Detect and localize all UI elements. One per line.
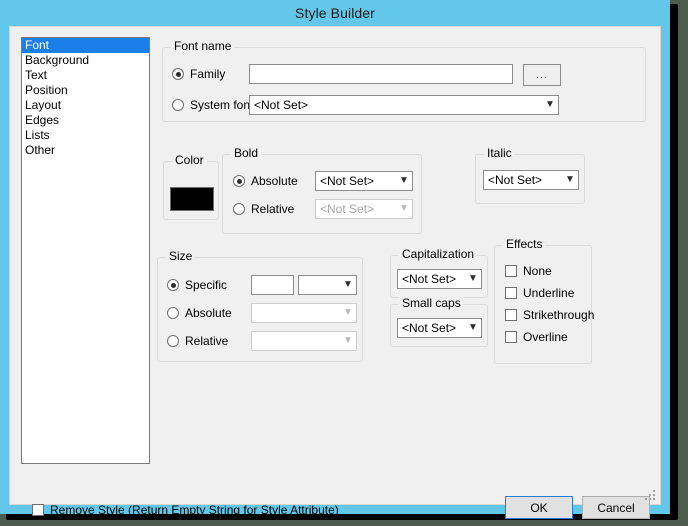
font-name-group-title: Font name [171,40,235,53]
family-radio-row[interactable]: Family [172,67,225,81]
remove-style-checkbox[interactable] [32,504,44,516]
size-relative-label: Relative [185,334,229,348]
ok-button[interactable]: OK [505,496,573,519]
size-specific-input[interactable] [251,275,294,295]
size-absolute-radio-row[interactable]: Absolute [167,306,232,320]
effect-strikethrough-label: Strikethrough [523,308,595,322]
size-specific-radio[interactable] [167,279,179,291]
capitalization-group: Capitalization <Not Set> ▼ [390,248,488,298]
size-specific-radio-row[interactable]: Specific [167,278,227,292]
bold-group: Bold Absolute <Not Set> ▼ Relative <Not … [222,147,422,234]
chevron-down-icon: ▼ [343,307,353,318]
category-item-lists[interactable]: Lists [22,128,149,143]
size-specific-label: Specific [185,278,228,292]
font-name-group: Font name Family ... System font: <Not S… [162,40,646,122]
size-group-title: Size [166,250,196,263]
system-font-radio-row[interactable]: System font: [172,98,257,112]
capitalization-group-title: Capitalization [399,248,478,261]
effect-underline-checkbox[interactable] [505,287,517,299]
category-item-other[interactable]: Other [22,143,149,158]
effect-none-checkbox[interactable] [505,265,517,277]
italic-group: Italic <Not Set> ▼ [475,147,585,204]
system-font-combo[interactable]: <Not Set> ▼ [249,95,559,115]
bold-group-title: Bold [231,147,262,160]
bold-absolute-combo[interactable]: <Not Set> ▼ [315,171,413,191]
bold-absolute-radio-row[interactable]: Absolute [233,174,298,188]
size-specific-unit-combo[interactable]: ▼ [298,275,357,295]
chevron-down-icon: ▼ [468,322,478,333]
chevron-down-icon: ▼ [343,335,353,346]
family-radio-label: Family [190,67,226,81]
effects-group-title: Effects [503,238,546,251]
effect-strikethrough-checkbox[interactable] [505,309,517,321]
small-caps-combo[interactable]: <Not Set> ▼ [397,318,482,338]
effect-none-row[interactable]: None [505,264,552,278]
category-item-text[interactable]: Text [22,68,149,83]
category-item-background[interactable]: Background [22,53,149,68]
effect-underline-label: Underline [523,286,575,300]
size-relative-radio[interactable] [167,335,179,347]
chevron-down-icon: ▼ [399,175,409,186]
chevron-down-icon: ▼ [545,99,555,110]
bold-absolute-value: <Not Set> [320,174,375,188]
font-family-input[interactable] [249,64,513,84]
effect-overline-checkbox[interactable] [505,331,517,343]
chevron-down-icon: ▼ [565,174,575,185]
size-relative-radio-row[interactable]: Relative [167,334,228,348]
small-caps-group-title: Small caps [399,297,464,310]
category-listbox[interactable]: Font Background Text Position Layout Edg… [21,37,150,464]
family-radio[interactable] [172,68,184,80]
capitalization-value: <Not Set> [402,272,457,286]
bold-relative-radio[interactable] [233,203,245,215]
chevron-down-icon: ▼ [399,203,409,214]
effect-overline-row[interactable]: Overline [505,330,568,344]
effect-none-label: None [523,264,552,278]
system-font-combo-value: <Not Set> [254,98,309,112]
window-title: Style Builder [295,5,375,21]
bold-relative-combo[interactable]: <Not Set> ▼ [315,199,413,219]
bold-relative-label: Relative [251,202,295,216]
bold-absolute-radio[interactable] [233,175,245,187]
color-swatch[interactable] [170,187,214,211]
small-caps-group: Small caps <Not Set> ▼ [390,297,488,347]
size-absolute-label: Absolute [185,306,232,320]
small-caps-value: <Not Set> [402,321,457,335]
size-relative-combo[interactable]: ▼ [251,331,357,351]
dialog-client-area: Font Background Text Position Layout Edg… [9,26,661,519]
size-group: Size Specific ▼ Absolute ▼ Relative ▼ [157,250,363,362]
system-font-radio[interactable] [172,99,184,111]
bold-relative-value: <Not Set> [320,202,375,216]
color-group-title: Color [172,154,207,167]
category-item-layout[interactable]: Layout [22,98,149,113]
bold-relative-radio-row[interactable]: Relative [233,202,294,216]
cancel-button[interactable]: Cancel [582,496,650,519]
italic-group-title: Italic [484,147,515,160]
category-item-edges[interactable]: Edges [22,113,149,128]
remove-style-row[interactable]: Remove Style (Return Empty String for St… [32,503,339,517]
resize-grip[interactable] [645,490,657,502]
chevron-down-icon: ▼ [468,273,478,284]
font-family-browse-button[interactable]: ... [523,64,561,86]
italic-value: <Not Set> [488,173,543,187]
color-group: Color [163,154,219,220]
style-builder-window: Style Builder Font Background Text Posit… [0,0,670,519]
capitalization-combo[interactable]: <Not Set> ▼ [397,269,482,289]
system-font-radio-label: System font: [190,98,257,112]
category-item-font[interactable]: Font [22,38,149,53]
size-absolute-combo[interactable]: ▼ [251,303,357,323]
bold-absolute-label: Absolute [251,174,298,188]
title-bar[interactable]: Style Builder [0,0,670,26]
chevron-down-icon: ▼ [343,279,353,290]
effect-underline-row[interactable]: Underline [505,286,574,300]
remove-style-label: Remove Style (Return Empty String for St… [50,503,339,517]
italic-combo[interactable]: <Not Set> ▼ [483,170,579,190]
effects-group: Effects None Underline Strikethrough Ove… [494,238,594,364]
effect-strikethrough-row[interactable]: Strikethrough [505,308,594,322]
category-item-position[interactable]: Position [22,83,149,98]
effect-overline-label: Overline [523,330,568,344]
size-absolute-radio[interactable] [167,307,179,319]
